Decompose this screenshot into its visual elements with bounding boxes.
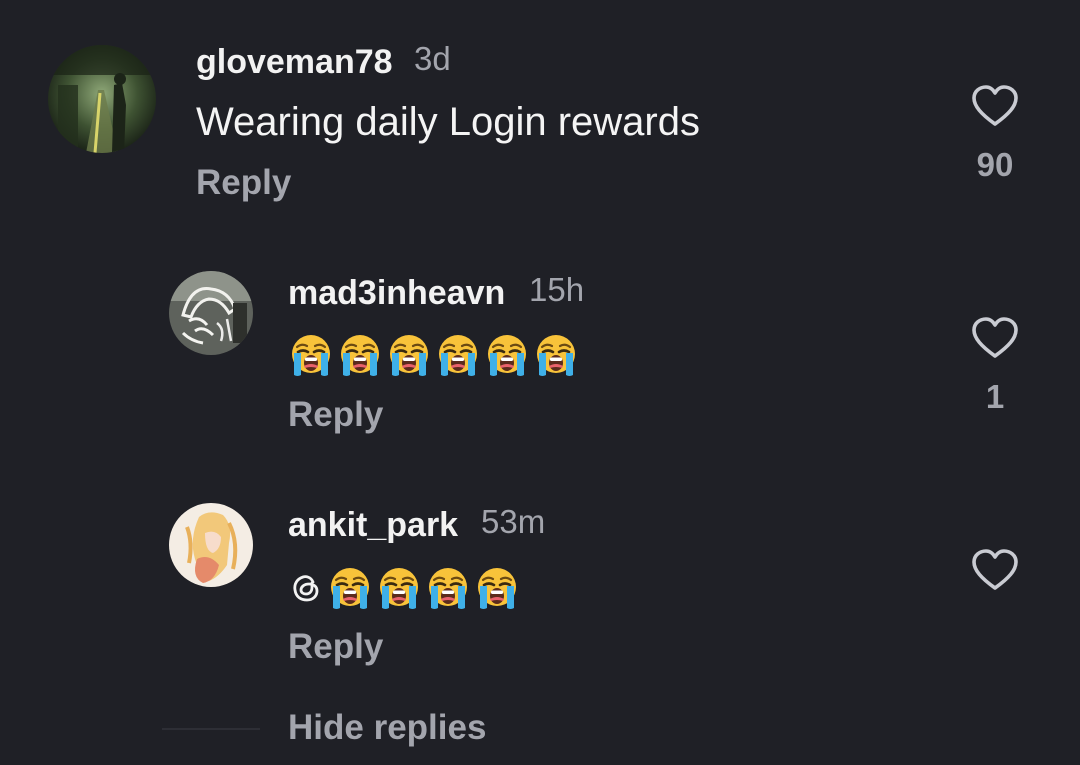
heart-icon[interactable] — [971, 548, 1019, 592]
username[interactable]: mad3inheavn — [288, 274, 505, 313]
username[interactable]: gloveman78 — [196, 43, 393, 82]
reply-button[interactable]: Reply — [288, 627, 383, 667]
loudly-crying-face-icon — [485, 333, 529, 377]
avatar[interactable] — [169, 271, 253, 355]
reply-button[interactable]: Reply — [196, 163, 291, 203]
comment-emojis — [289, 566, 519, 610]
comments-thread: gloveman78 3d Wearing daily Login reward… — [0, 0, 1080, 765]
threads-icon — [293, 575, 319, 602]
loudly-crying-face-icon — [328, 566, 372, 610]
loudly-crying-face-icon — [436, 333, 480, 377]
loudly-crying-face-icon — [426, 566, 470, 610]
comment-text: Wearing daily Login rewards — [196, 100, 700, 144]
train-tunnel-avatar-icon — [48, 45, 156, 153]
heart-icon[interactable] — [971, 316, 1019, 360]
loudly-crying-face-icon — [475, 566, 519, 610]
like-count: 90 — [976, 146, 1014, 183]
loudly-crying-face-icon — [338, 333, 382, 377]
avatar[interactable] — [48, 45, 156, 153]
divider — [162, 728, 260, 730]
timestamp: 15h — [529, 271, 585, 308]
comment-emojis — [289, 333, 578, 377]
sketch-avatar-icon — [169, 271, 253, 355]
loudly-crying-face-icon — [289, 333, 333, 377]
anime-avatar-icon — [169, 503, 253, 587]
timestamp: 3d — [414, 40, 451, 77]
username[interactable]: ankit_park — [288, 506, 458, 545]
loudly-crying-face-icon — [534, 333, 578, 377]
timestamp: 53m — [481, 503, 546, 540]
like-count: 1 — [985, 378, 1005, 415]
heart-icon[interactable] — [971, 84, 1019, 128]
loudly-crying-face-icon — [377, 566, 421, 610]
reply-button[interactable]: Reply — [288, 395, 383, 435]
avatar[interactable] — [169, 503, 253, 587]
hide-replies-button[interactable]: Hide replies — [288, 708, 486, 748]
loudly-crying-face-icon — [387, 333, 431, 377]
